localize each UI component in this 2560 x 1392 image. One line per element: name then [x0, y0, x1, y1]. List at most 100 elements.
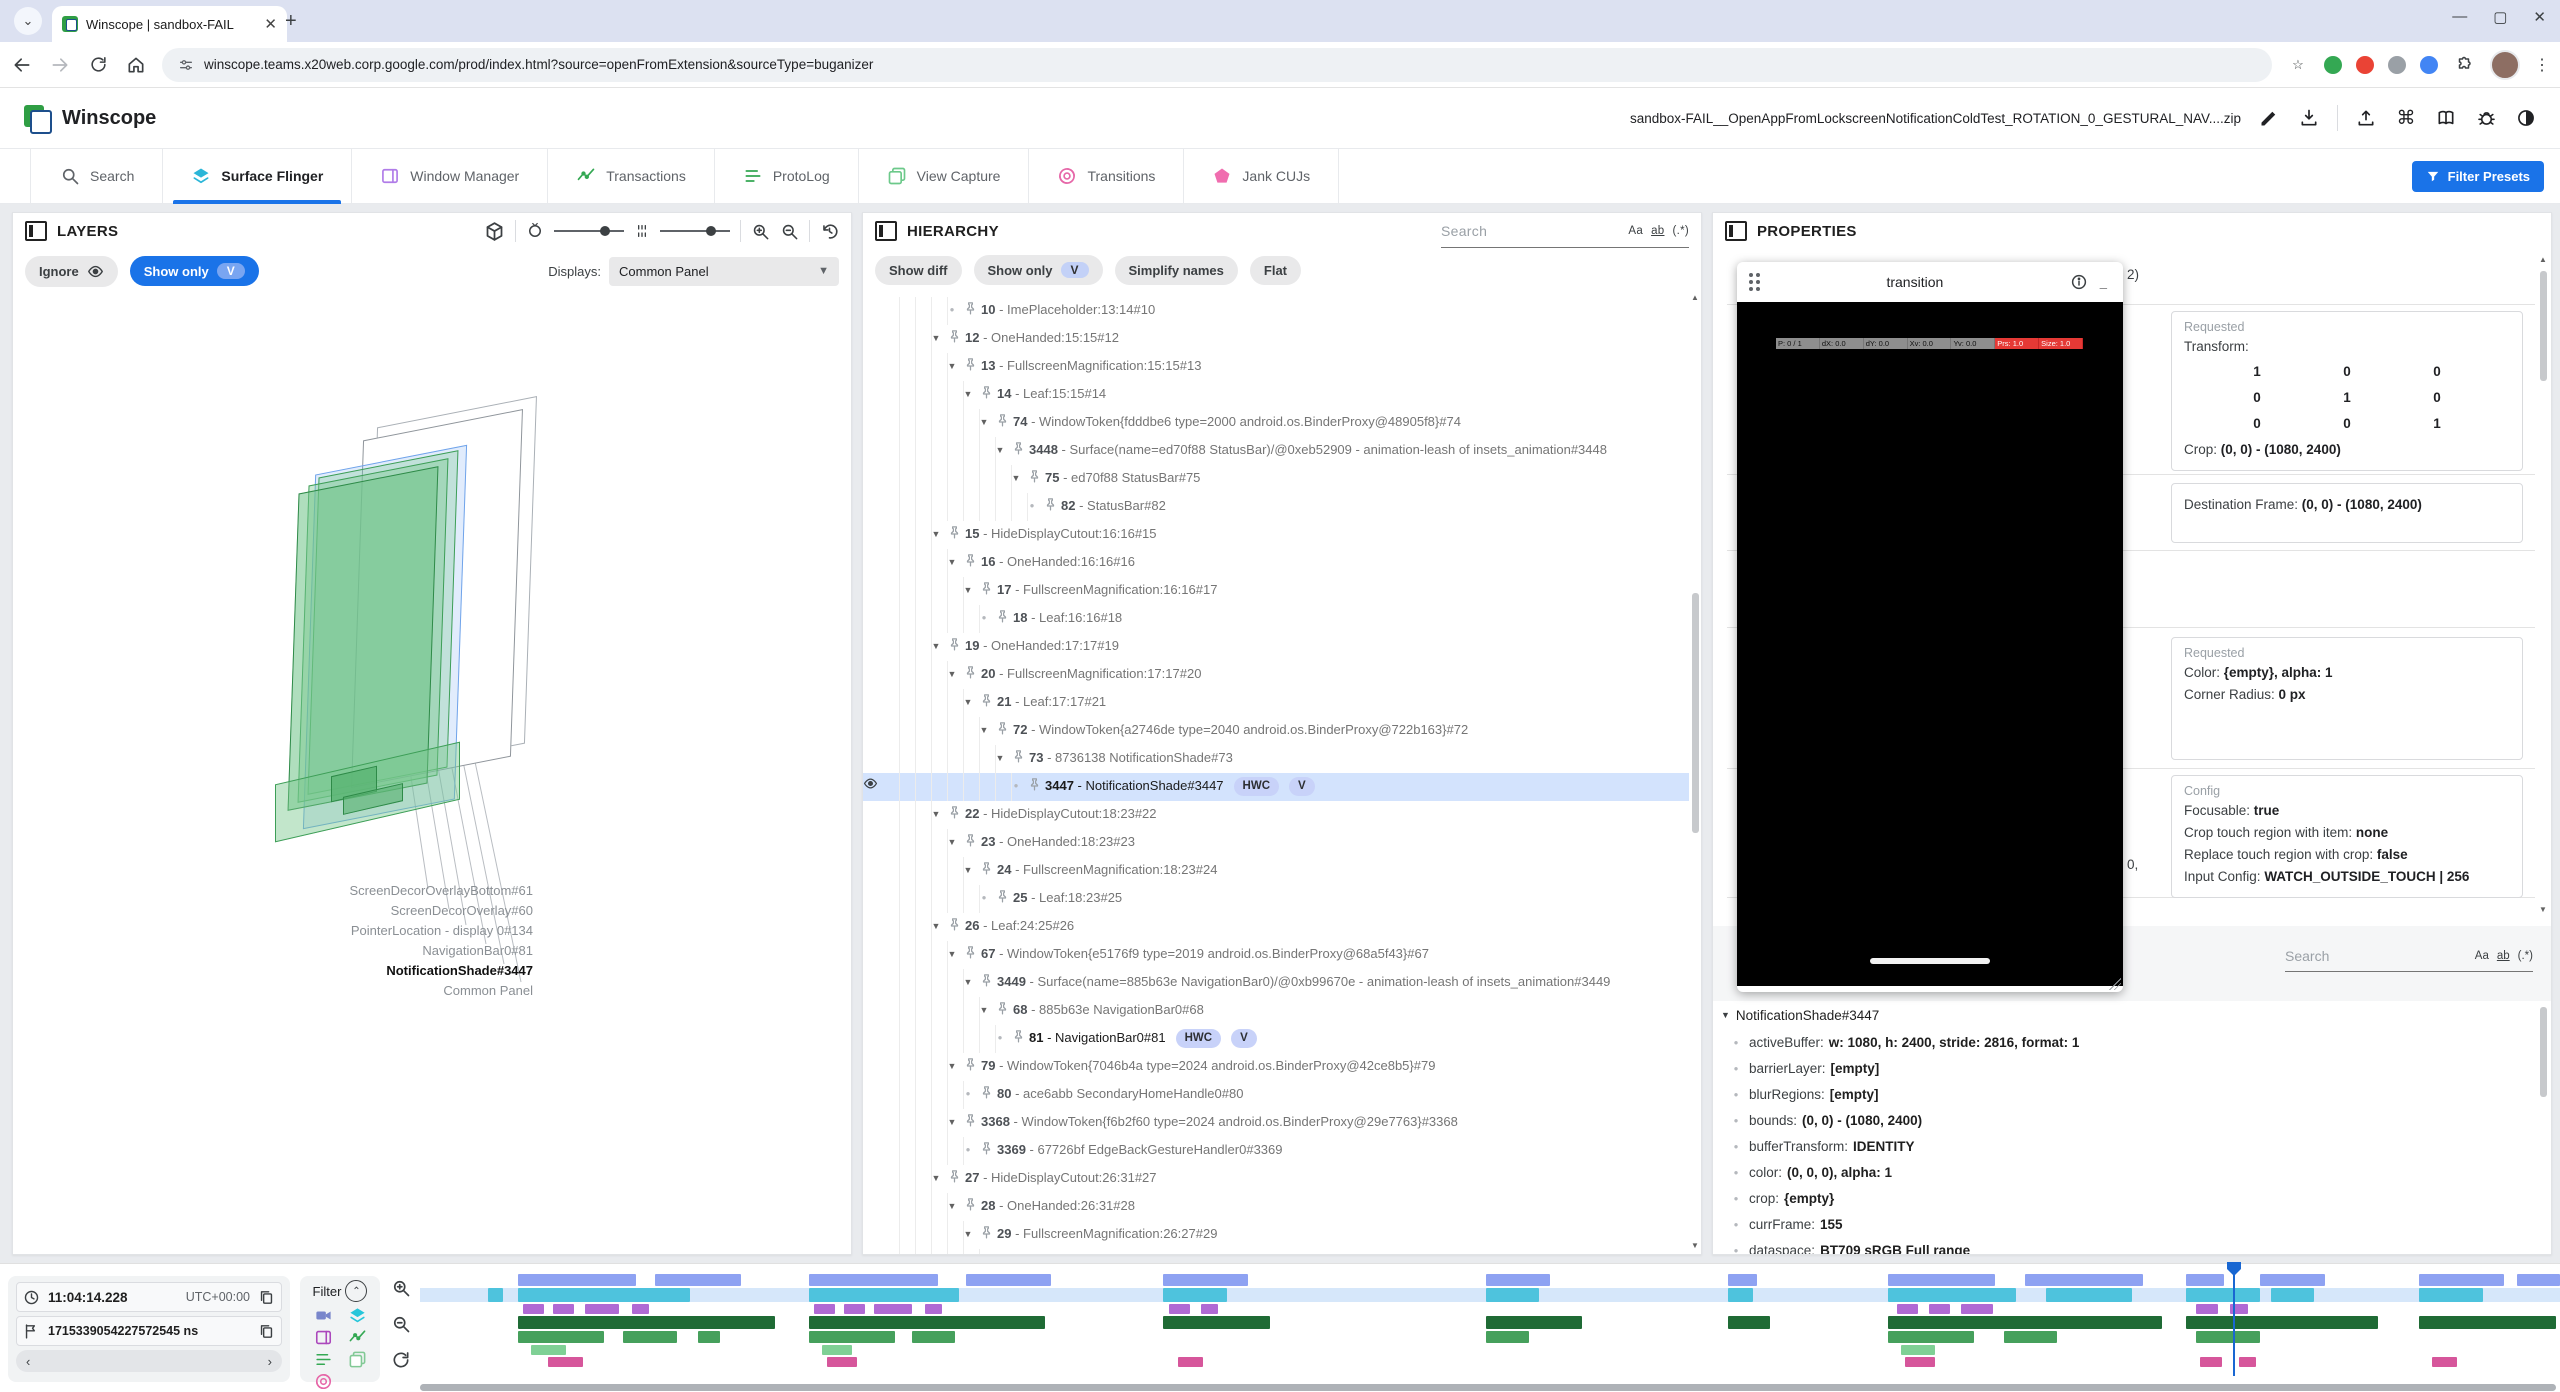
trace-entry-segment[interactable]: [827, 1357, 857, 1367]
pin-icon[interactable]: [979, 1085, 997, 1106]
trace-entry-segment[interactable]: [1961, 1304, 1993, 1314]
tab-surface-flinger[interactable]: Surface Flinger: [163, 149, 352, 204]
expand-arrow-icon[interactable]: ▼: [925, 636, 947, 656]
hierarchy-button-show-only[interactable]: Show onlyV: [974, 255, 1103, 285]
property-item-crop[interactable]: ●crop:{empty}: [1713, 1185, 2551, 1211]
trace-entry-segment[interactable]: [1905, 1357, 1935, 1367]
property-item-currFrame[interactable]: ●currFrame:155: [1713, 1211, 2551, 1237]
trace-entry-segment[interactable]: [912, 1331, 955, 1343]
hierarchy-node-20[interactable]: ▼20 - FullscreenMagnification:17:17#20: [863, 661, 1689, 689]
url-bar[interactable]: winscope.teams.x20web.corp.google.com/pr…: [162, 48, 2272, 82]
hierarchy-node-68[interactable]: ▼68 - 885b63e NavigationBar0#68: [863, 997, 1689, 1025]
tab-protolog[interactable]: ProtoLog: [715, 149, 859, 204]
timeline-track-5[interactable]: [420, 1345, 2560, 1355]
tab-search-chevron-icon[interactable]: ⌄: [14, 7, 42, 35]
trace-entry-segment[interactable]: [966, 1274, 1052, 1286]
screen-recording-popup[interactable]: transition _ P: 0 / 1dX: 0.0dY: 0.0Xv: 0…: [1737, 262, 2123, 992]
pin-icon[interactable]: [963, 1113, 981, 1134]
frames-icon[interactable]: [348, 1350, 367, 1369]
layer-label[interactable]: PointerLocation - display 0#134: [13, 921, 533, 941]
extension-icon-green[interactable]: [2324, 56, 2342, 74]
hierarchy-node-27[interactable]: ▼27 - HideDisplayCutout:26:31#27: [863, 1165, 1689, 1193]
expand-arrow-icon[interactable]: ▼: [973, 720, 995, 740]
pin-icon[interactable]: [963, 553, 981, 574]
property-item-bounds[interactable]: ●bounds:(0, 0) - (1080, 2400): [1713, 1107, 2551, 1133]
trace-entry-segment[interactable]: [518, 1274, 636, 1286]
edit-pencil-icon[interactable]: [2257, 106, 2281, 130]
browser-tab[interactable]: Winscope | sandbox-FAIL ✕: [52, 6, 287, 42]
hierarchy-node-81[interactable]: ●81 - NavigationBar0#81HWCV: [863, 1025, 1689, 1053]
shortcuts-icon[interactable]: ⌘: [2394, 106, 2418, 130]
reset-view-icon[interactable]: [820, 222, 839, 241]
trace-entry-segment[interactable]: [2200, 1357, 2221, 1367]
hierarchy-node-29[interactable]: ▼29 - FullscreenMagnification:26:27#29: [863, 1221, 1689, 1249]
trace-entry-segment[interactable]: [809, 1316, 1044, 1329]
property-item-bufferTransform[interactable]: ●bufferTransform:IDENTITY: [1713, 1133, 2551, 1159]
timeline-track-4[interactable]: [420, 1331, 2560, 1343]
copy-icon[interactable]: [258, 1323, 275, 1340]
trace-entry-segment[interactable]: [2025, 1274, 2143, 1286]
hierarchy-node-10[interactable]: ●10 - ImePlaceholder:13:14#10: [863, 297, 1689, 325]
trace-entry-segment[interactable]: [1163, 1316, 1270, 1329]
timeline-track-6[interactable]: [420, 1357, 2560, 1367]
trace-entry-segment[interactable]: [814, 1304, 835, 1314]
hierarchy-button-simplify-names[interactable]: Simplify names: [1115, 256, 1238, 285]
pin-icon[interactable]: [1027, 469, 1045, 490]
window-icon[interactable]: [314, 1328, 333, 1347]
upload-icon[interactable]: [2354, 106, 2378, 130]
layers-icon[interactable]: [348, 1306, 367, 1325]
expand-arrow-icon[interactable]: ▼: [957, 860, 979, 880]
trace-entry-segment[interactable]: [2517, 1274, 2560, 1286]
trace-entry-segment[interactable]: [1178, 1357, 1204, 1367]
expand-arrow-icon[interactable]: ▼: [989, 748, 1011, 768]
spacing-slider[interactable]: [660, 230, 730, 232]
pin-icon[interactable]: [963, 945, 981, 966]
pin-icon[interactable]: [947, 329, 965, 350]
trace-entry-segment[interactable]: [844, 1304, 865, 1314]
trace-entry-segment[interactable]: [518, 1288, 689, 1302]
trace-entry-segment[interactable]: [488, 1288, 503, 1302]
show-only-visible-chip[interactable]: Show only V: [130, 256, 259, 286]
layers-3d-canvas[interactable]: ScreenDecorOverlayBottom#61ScreenDecorOv…: [13, 293, 851, 1254]
pin-icon[interactable]: [995, 889, 1013, 910]
pin-icon[interactable]: [1011, 1029, 1029, 1050]
copy-icon[interactable]: [258, 1289, 275, 1306]
timeline-reset-zoom-icon[interactable]: [388, 1350, 414, 1370]
reload-icon[interactable]: [86, 53, 110, 77]
timeline-tracks[interactable]: [420, 1274, 2560, 1382]
expand-arrow-icon[interactable]: ▼: [957, 692, 979, 712]
expand-arrow-icon[interactable]: ▼: [941, 944, 963, 964]
tab-jank-cujs[interactable]: Jank CUJs: [1184, 149, 1339, 204]
hierarchy-node-82[interactable]: ●82 - StatusBar#82: [863, 493, 1689, 521]
trace-entry-segment[interactable]: [518, 1331, 604, 1343]
hierarchy-node-74[interactable]: ▼74 - WindowToken{fdddbe6 type=2000 andr…: [863, 409, 1689, 437]
info-icon[interactable]: [2070, 273, 2088, 291]
ignore-filter-chip[interactable]: Ignore: [25, 256, 118, 287]
trace-entry-segment[interactable]: [2432, 1357, 2458, 1367]
hierarchy-node-19[interactable]: ▼19 - OneHanded:17:17#19: [863, 633, 1689, 661]
hierarchy-node-75[interactable]: ▼75 - ed70f88 StatusBar#75: [863, 465, 1689, 493]
bookmark-star-icon[interactable]: ☆: [2286, 53, 2310, 77]
dark-mode-icon[interactable]: [2514, 106, 2538, 130]
new-tab-button[interactable]: +: [285, 10, 297, 33]
pin-icon[interactable]: [979, 693, 997, 714]
trace-entry-segment[interactable]: [1888, 1331, 1974, 1343]
timeline-zoom-out-icon[interactable]: [388, 1314, 414, 1334]
timeline-scroll-pill[interactable]: ‹ ›: [16, 1350, 282, 1372]
pin-icon[interactable]: [1011, 441, 1029, 462]
collapse-filter-icon[interactable]: ⌃: [345, 1280, 367, 1302]
minimize-popup-icon[interactable]: _: [2096, 275, 2111, 290]
expand-arrow-icon[interactable]: ▼: [941, 1112, 963, 1132]
pin-icon[interactable]: [963, 833, 981, 854]
hierarchy-node-23[interactable]: ▼23 - OneHanded:18:23#23: [863, 829, 1689, 857]
pin-icon[interactable]: [947, 637, 965, 658]
trace-entry-segment[interactable]: [1728, 1288, 1754, 1302]
trace-entry-segment[interactable]: [2419, 1274, 2505, 1286]
property-item-color[interactable]: ●color:(0, 0, 0), alpha: 1: [1713, 1159, 2551, 1185]
expand-arrow-icon[interactable]: ▼: [973, 1000, 995, 1020]
trace-entry-segment[interactable]: [1728, 1274, 1758, 1286]
expand-arrow-icon[interactable]: ▼: [941, 1196, 963, 1216]
swirl-icon[interactable]: [314, 1372, 333, 1391]
zoom-out-icon[interactable]: [780, 222, 799, 241]
pin-icon[interactable]: [947, 1169, 965, 1190]
